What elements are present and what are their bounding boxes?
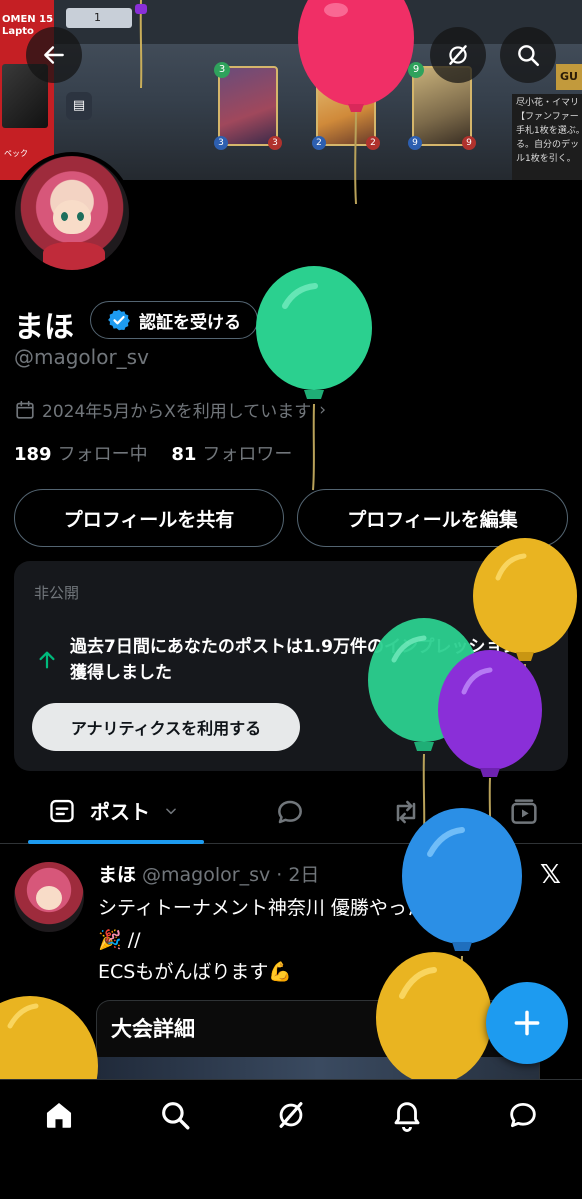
profile-avatar[interactable] (11, 152, 133, 274)
replies-icon[interactable] (274, 796, 306, 828)
get-verified-label: 認証を受ける (139, 312, 241, 333)
tab-posts-label: ポスト (90, 800, 150, 824)
balloon-yellow-3 (0, 996, 98, 1080)
banner-count-badge: 1 (66, 8, 132, 28)
banner-tag: GU (556, 64, 582, 90)
following-link[interactable]: 189 フォロー中 (14, 444, 148, 465)
following-label: フォロー中 (57, 444, 148, 465)
x-logo-icon: 𝕏 (540, 860, 561, 890)
avatar-eye (61, 212, 68, 221)
document-icon: ▤ (66, 92, 92, 120)
back-button[interactable] (26, 27, 82, 83)
avatar-outfit (43, 242, 105, 270)
arrow-left-icon (44, 46, 64, 64)
plus-icon (514, 1010, 540, 1036)
messages-icon[interactable] (506, 1098, 540, 1132)
balloon-red (298, 0, 414, 205)
search-icon[interactable] (158, 1098, 192, 1132)
search-icon (518, 45, 540, 67)
private-card-title: 非公開 (34, 584, 80, 602)
followers-count: 81 (171, 444, 197, 465)
calendar-icon (16, 400, 34, 419)
get-verified-button[interactable]: 認証を受ける (90, 301, 258, 339)
posts-icon (50, 799, 74, 822)
profile-name: まほ (14, 310, 74, 345)
balloon-green-1 (256, 266, 372, 491)
game-card-1: 3 3 3 (214, 62, 282, 150)
profile-handle: @magolor_sv (14, 345, 149, 369)
active-tab-indicator (28, 840, 204, 844)
follow-stats: 189 フォロー中 81 フォロワー (14, 440, 292, 466)
tweet-meta: @magolor_sv · 2日 (142, 864, 320, 886)
banner-card-text: 尽小花・イマリ 【ファンファー 手札1枚を選ぶ。 る。自分のデッ ル1枚を引く。 (512, 94, 582, 180)
card-cost: 3 (214, 62, 230, 78)
search-button[interactable] (500, 27, 556, 83)
chevron-down-icon (166, 807, 176, 814)
avatar-face (36, 886, 62, 910)
card-health: 3 (268, 136, 282, 150)
notifications-icon[interactable] (390, 1098, 424, 1132)
grok-icon (449, 45, 467, 65)
grok-button[interactable] (430, 27, 486, 83)
avatar-face (53, 200, 91, 234)
bottom-navigation (0, 1079, 582, 1199)
home-icon[interactable] (42, 1098, 76, 1132)
avatar-eye (77, 212, 84, 221)
tweet-avatar[interactable] (14, 862, 84, 932)
balloon-yellow-2 (376, 952, 492, 1080)
arrow-up-icon (39, 651, 55, 669)
card-health: 9 (462, 136, 476, 150)
balloon-string (135, 0, 147, 89)
verified-badge-icon (108, 309, 130, 331)
share-profile-button[interactable]: プロフィールを共有 (14, 489, 284, 547)
card-attack: 3 (214, 136, 228, 150)
banner-ad-subtext: ペック (4, 149, 28, 158)
tweet-author-name[interactable]: まほ (98, 864, 136, 886)
tab-posts[interactable]: ポスト (48, 796, 192, 825)
tweet-card-title: 大会詳細 (111, 1017, 195, 1041)
following-count: 189 (14, 444, 52, 465)
compose-post-button[interactable] (486, 982, 568, 1064)
grok-icon[interactable] (274, 1098, 308, 1132)
use-analytics-button[interactable]: アナリティクスを利用する (32, 703, 300, 751)
tweet-header: まほ @magolor_sv · 2日 (98, 860, 319, 887)
